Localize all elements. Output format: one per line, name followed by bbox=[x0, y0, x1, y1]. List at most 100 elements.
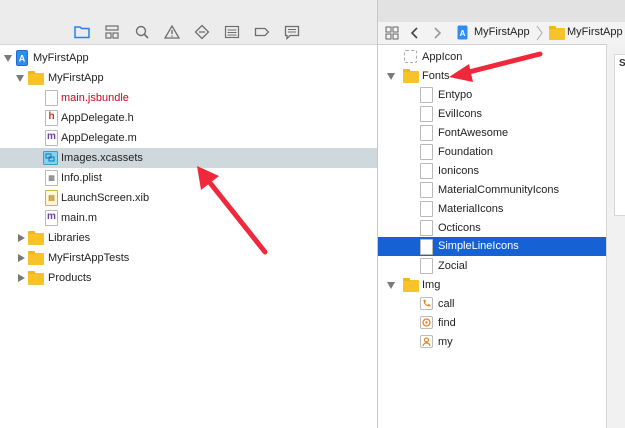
chevron-right-icon bbox=[536, 25, 543, 41]
disclosure-triangle-icon[interactable] bbox=[18, 254, 25, 262]
item-label: LaunchScreen.xib bbox=[61, 192, 150, 204]
asset-evilicons[interactable]: EvilIcons bbox=[378, 104, 606, 124]
project-icon: A bbox=[457, 25, 468, 40]
asset-catalog-icon bbox=[43, 151, 58, 165]
asset-img[interactable]: Img bbox=[378, 275, 606, 295]
file-launchscreen-xib[interactable]: ▤ LaunchScreen.xib bbox=[0, 188, 377, 208]
file-appdelegate-h[interactable]: h AppDelegate.h bbox=[0, 108, 377, 128]
group-libraries[interactable]: Libraries bbox=[0, 228, 377, 248]
asset-entypo[interactable]: Entypo bbox=[378, 85, 606, 105]
item-label: SimpleLineIcons bbox=[438, 240, 519, 252]
item-label: MaterialCommunityIcons bbox=[438, 184, 560, 196]
disclosure-triangle-icon[interactable] bbox=[18, 274, 25, 282]
detail-header-label: S bbox=[619, 58, 625, 69]
file-main-jsbundle[interactable]: main.jsbundle bbox=[0, 88, 377, 108]
folder-icon bbox=[28, 231, 44, 245]
asset-appicon[interactable]: AppIcon bbox=[378, 47, 606, 67]
folder-icon[interactable] bbox=[74, 24, 90, 40]
disclosure-triangle-icon[interactable] bbox=[18, 234, 25, 242]
item-label: main.m bbox=[61, 212, 98, 224]
asset-foundation[interactable]: Foundation bbox=[378, 142, 606, 162]
item-label: main.jsbundle bbox=[61, 92, 129, 104]
data-asset-icon bbox=[420, 163, 433, 179]
item-label: Octicons bbox=[438, 222, 481, 234]
navigator-toolbar bbox=[0, 0, 378, 44]
document-icon bbox=[45, 90, 58, 106]
folder-icon bbox=[403, 278, 419, 292]
list-icon[interactable] bbox=[224, 24, 240, 40]
item-label: Entypo bbox=[438, 89, 473, 101]
asset-octicons[interactable]: Octicons bbox=[378, 218, 606, 238]
warning-icon[interactable] bbox=[164, 24, 180, 40]
asset-my[interactable]: my bbox=[378, 332, 606, 352]
back-arrow-icon[interactable] bbox=[410, 26, 420, 40]
asset-materialicons[interactable]: MaterialIcons bbox=[378, 199, 606, 219]
find-image-icon bbox=[420, 316, 433, 329]
data-asset-icon bbox=[420, 87, 433, 103]
hierarchy-icon[interactable] bbox=[104, 24, 120, 40]
asset-fonts[interactable]: Fonts bbox=[378, 66, 606, 86]
phone-icon bbox=[420, 297, 433, 310]
project-root[interactable]: A MyFirstApp bbox=[0, 48, 377, 68]
asset-call[interactable]: call bbox=[378, 294, 606, 314]
asset-zocial[interactable]: Zocial bbox=[378, 256, 606, 276]
disclosure-triangle-icon[interactable] bbox=[387, 73, 395, 80]
asset-fontawesome[interactable]: FontAwesome bbox=[378, 123, 606, 143]
asset-find[interactable]: find bbox=[378, 313, 606, 333]
jumpbar-crumb-project[interactable]: MyFirstApp bbox=[474, 26, 530, 38]
item-label: FontAwesome bbox=[438, 127, 509, 139]
item-label: call bbox=[438, 298, 455, 310]
project-icon: A bbox=[16, 50, 28, 66]
svg-text:A: A bbox=[19, 54, 26, 64]
disclosure-triangle-icon[interactable] bbox=[4, 55, 12, 62]
group-myfirstapptests[interactable]: MyFirstAppTests bbox=[0, 248, 377, 268]
comment-icon[interactable] bbox=[284, 24, 300, 40]
group-myfirstapp[interactable]: MyFirstApp bbox=[0, 68, 377, 88]
data-asset-icon bbox=[420, 125, 433, 141]
toolbar-divider bbox=[0, 44, 378, 45]
item-label: EvilIcons bbox=[438, 108, 483, 120]
tag-icon[interactable] bbox=[254, 24, 270, 40]
diamond-icon[interactable] bbox=[194, 24, 210, 40]
forward-arrow-icon[interactable] bbox=[432, 26, 442, 40]
file-main-m[interactable]: m main.m bbox=[0, 208, 377, 228]
xib-file-icon: ▤ bbox=[45, 190, 58, 206]
asset-simplelineicons[interactable]: SimpleLineIcons bbox=[378, 237, 606, 256]
item-label: Products bbox=[48, 272, 92, 284]
folder-icon bbox=[28, 71, 44, 85]
asset-materialcommunityicons[interactable]: MaterialCommunityIcons bbox=[378, 180, 606, 200]
data-asset-icon bbox=[420, 239, 433, 255]
data-asset-icon bbox=[420, 106, 433, 122]
folder-icon bbox=[549, 26, 565, 40]
asset-detail-pane: S bbox=[606, 44, 625, 428]
jumpbar-crumb-group[interactable]: MyFirstApp bbox=[567, 26, 623, 38]
item-label: Zocial bbox=[438, 260, 468, 272]
asset-ionicons[interactable]: Ionicons bbox=[378, 161, 606, 181]
data-asset-icon bbox=[420, 144, 433, 160]
folder-icon bbox=[28, 251, 44, 265]
item-label: my bbox=[438, 336, 453, 348]
person-icon bbox=[420, 335, 433, 348]
item-label: AppDelegate.h bbox=[61, 112, 134, 124]
item-label: MyFirstApp bbox=[33, 52, 89, 64]
item-label: find bbox=[438, 317, 456, 329]
item-label: AppDelegate.m bbox=[61, 132, 137, 144]
file-appdelegate-m[interactable]: m AppDelegate.m bbox=[0, 128, 377, 148]
item-label: MaterialIcons bbox=[438, 203, 504, 215]
item-label: Img bbox=[422, 279, 441, 291]
search-icon[interactable] bbox=[134, 24, 150, 40]
data-asset-icon bbox=[420, 258, 433, 274]
file-info-plist[interactable]: ▦ Info.plist bbox=[0, 168, 377, 188]
data-asset-icon bbox=[420, 201, 433, 217]
disclosure-triangle-icon[interactable] bbox=[16, 75, 24, 82]
plist-file-icon: ▦ bbox=[45, 170, 58, 186]
group-products[interactable]: Products bbox=[0, 268, 377, 288]
detail-card bbox=[614, 54, 625, 216]
folder-icon bbox=[403, 69, 419, 83]
grid-icon[interactable] bbox=[385, 26, 399, 40]
editor-title-strip bbox=[378, 0, 625, 22]
item-label: MyFirstAppTests bbox=[48, 252, 130, 264]
item-label: Info.plist bbox=[61, 172, 102, 184]
disclosure-triangle-icon[interactable] bbox=[387, 282, 395, 289]
file-images-xcassets[interactable]: Images.xcassets bbox=[0, 148, 377, 168]
